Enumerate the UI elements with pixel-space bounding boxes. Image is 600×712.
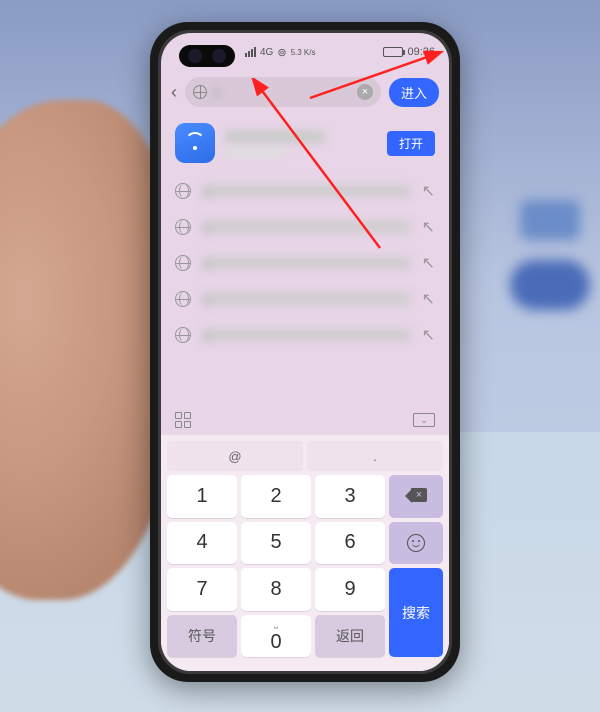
key-5[interactable]: 5 [241, 522, 311, 565]
url-value: 1 [213, 85, 351, 100]
open-button[interactable]: 打开 [387, 131, 435, 156]
backspace-icon [405, 489, 427, 503]
keyboard-toolbar: ⌄ [161, 405, 449, 435]
key-6[interactable]: 6 [315, 522, 385, 565]
globe-icon [175, 255, 191, 271]
insert-icon[interactable]: ↖ [422, 325, 435, 345]
wifi-icon: ⊚ [277, 46, 286, 59]
back-button[interactable]: ‹ [171, 82, 177, 103]
symbol-key[interactable]: 符号 [167, 615, 237, 658]
suggestion-item[interactable]: 1 ↖ [175, 317, 435, 353]
top-result[interactable]: 打开 [175, 123, 435, 163]
globe-icon [175, 183, 191, 199]
key-8[interactable]: 8 [241, 568, 311, 611]
result-title [225, 130, 325, 144]
signal-icon [245, 47, 256, 57]
address-bar: ‹ 1 × 进入 [161, 71, 449, 113]
search-key[interactable]: 搜索 [389, 568, 443, 657]
battery-icon [383, 47, 403, 57]
suggestion-item[interactable]: 1 ↖ [175, 173, 435, 209]
suggestion-list: 1 ↖ 1 ↖ 1 ↖ 1 ↖ [161, 169, 449, 357]
insert-icon[interactable]: ↖ [422, 181, 435, 201]
phone-frame: 4G ⊚ 5.3 K/s 09:36 ‹ 1 × 进入 [150, 22, 460, 682]
keyboard-collapse-icon[interactable]: ⌄ [413, 413, 435, 427]
key-0[interactable]: ⎵ 0 [241, 615, 311, 658]
suggestion-item[interactable]: 1 ↖ [175, 245, 435, 281]
key-1[interactable]: 1 [167, 475, 237, 518]
insert-icon[interactable]: ↖ [422, 253, 435, 273]
suggestion-item[interactable]: 1 ↖ [175, 281, 435, 317]
globe-icon [175, 219, 191, 235]
smiley-icon [407, 534, 425, 552]
clear-button[interactable]: × [357, 84, 373, 100]
keyboard-menu-icon[interactable] [175, 412, 191, 428]
suggestion-text: 1 [203, 221, 410, 233]
insert-icon[interactable]: ↖ [422, 289, 435, 309]
suggestion-text: 1 [203, 257, 410, 269]
screen: 4G ⊚ 5.3 K/s 09:36 ‹ 1 × 进入 [161, 33, 449, 671]
clock: 09:36 [407, 46, 435, 58]
wifi-app-icon [175, 123, 215, 163]
globe-icon [175, 291, 191, 307]
globe-icon [175, 327, 191, 343]
dot-key[interactable]: . [307, 441, 443, 471]
suggestion-item[interactable]: 1 ↖ [175, 209, 435, 245]
keyboard: @ . 1 2 3 4 5 6 7 8 9 符号 [161, 435, 449, 671]
return-key[interactable]: 返回 [315, 615, 385, 658]
key-7[interactable]: 7 [167, 568, 237, 611]
key-2[interactable]: 2 [241, 475, 311, 518]
key-4[interactable]: 4 [167, 522, 237, 565]
camera-cutout [179, 45, 235, 67]
insert-icon[interactable]: ↖ [422, 217, 435, 237]
key-3[interactable]: 3 [315, 475, 385, 518]
suggestion-text: 1 [203, 185, 410, 197]
speed-label: 5.3 K/s [291, 48, 316, 57]
enter-button[interactable]: 进入 [389, 78, 439, 107]
emoji-key[interactable] [389, 522, 443, 565]
suggestion-text: 1 [203, 329, 410, 341]
suggestion-text: 1 [203, 293, 410, 305]
url-input[interactable]: 1 × [185, 77, 381, 107]
result-subtitle [225, 147, 285, 157]
at-key[interactable]: @ [167, 441, 303, 471]
network-label: 4G [260, 47, 273, 58]
backspace-key[interactable] [389, 475, 443, 518]
globe-icon [193, 85, 207, 99]
key-9[interactable]: 9 [315, 568, 385, 611]
zero-label: 0 [270, 631, 281, 654]
